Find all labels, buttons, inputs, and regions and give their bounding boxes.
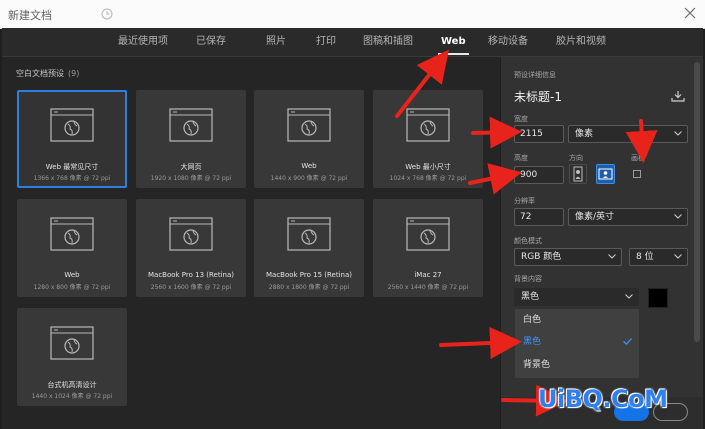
preset-dimensions: 1024 x 768 像素 @ 72 ppi — [389, 175, 467, 182]
preset-card[interactable]: Web 1280 x 800 像素 @ 72 ppi — [17, 199, 127, 297]
bit-depth-select[interactable]: 8 位 — [629, 248, 688, 266]
background-dropdown-menu: 白色 黑色 背景色 — [515, 309, 639, 378]
preset-name: 大网页 — [180, 163, 202, 171]
color-mode-label: 颜色模式 — [514, 237, 542, 245]
background-label: 背景内容 — [514, 275, 542, 283]
preset-card[interactable]: Web 1440 x 900 像素 @ 72 ppi — [254, 90, 364, 188]
resolution-field[interactable]: 72 — [514, 208, 564, 226]
preset-name: Web 最常见尺寸 — [45, 163, 99, 171]
web-document-icon — [406, 217, 450, 251]
preset-name: iMac 27 — [414, 271, 442, 279]
bit-depth-value: 8 位 — [636, 252, 654, 262]
tab-web[interactable]: Web — [438, 28, 469, 56]
preset-dimensions: 1920 x 1080 像素 @ 72 ppi — [150, 175, 232, 182]
bg-option-white-label: 白色 — [523, 315, 542, 325]
width-label: 宽度 — [514, 115, 528, 123]
chevron-down-icon — [608, 254, 616, 259]
web-document-icon — [50, 108, 94, 142]
preset-card[interactable]: Web 最小尺寸 1024 x 768 像素 @ 72 ppi — [373, 90, 483, 188]
web-document-icon — [406, 108, 450, 142]
details-scrollbar[interactable] — [694, 62, 700, 342]
resolution-unit-value: 像素/英寸 — [575, 212, 615, 222]
preset-dimensions: 1440 x 900 像素 @ 72 ppi — [270, 175, 348, 182]
color-mode-select[interactable]: RGB 颜色 — [514, 248, 622, 266]
color-mode-value: RGB 颜色 — [521, 252, 562, 262]
preset-name: MacBook Pro 13 (Retina) — [147, 271, 235, 279]
presets-heading: 空白文档预设 (9) — [16, 68, 79, 79]
chevron-down-icon — [674, 131, 682, 136]
web-document-icon — [287, 108, 331, 142]
preset-card[interactable]: MacBook Pro 15 (Retina) 2880 x 1800 像素 @ … — [254, 199, 364, 297]
height-field[interactable]: 900 — [514, 166, 564, 184]
tab-mobile[interactable]: 移动设备 — [488, 28, 528, 56]
bg-option-black-label: 黑色 — [523, 337, 542, 347]
orientation-label: 方向 — [569, 154, 583, 162]
preset-card[interactable]: 台式机高清设计 1440 x 1024 像素 @ 72 ppi — [17, 308, 127, 406]
checkmark-icon — [623, 338, 632, 345]
preset-name: Web — [301, 162, 317, 170]
presets-count: (9) — [68, 69, 80, 78]
tab-art-illustration[interactable]: 图稿和插图 — [363, 28, 413, 56]
preset-dimensions: 1280 x 800 像素 @ 72 ppi — [33, 284, 111, 291]
preset-card[interactable]: Web 最常见尺寸 1366 x 768 像素 @ 72 ppi — [17, 90, 127, 188]
preset-dimensions: 1366 x 768 像素 @ 72 ppi — [33, 175, 111, 182]
tab-print[interactable]: 打印 — [316, 28, 336, 56]
web-document-icon — [169, 108, 213, 142]
preset-name: 台式机高清设计 — [47, 381, 97, 389]
save-preset-icon[interactable] — [671, 90, 685, 102]
preset-card[interactable]: 大网页 1920 x 1080 像素 @ 72 ppi — [136, 90, 246, 188]
preset-name: MacBook Pro 15 (Retina) — [265, 271, 353, 279]
tab-saved[interactable]: 已保存 — [196, 28, 226, 56]
presets-heading-label: 空白文档预设 — [16, 69, 64, 78]
resolution-unit-select[interactable]: 像素/英寸 — [568, 208, 688, 226]
width-unit-value: 像素 — [575, 129, 594, 139]
width-field[interactable]: 2115 — [514, 125, 564, 143]
web-document-icon — [50, 217, 94, 251]
portrait-button[interactable] — [569, 164, 587, 184]
background-select[interactable]: 黑色 — [514, 288, 639, 306]
height-label: 高度 — [514, 154, 528, 162]
window-title: 新建文档 — [8, 9, 52, 22]
tab-film-video[interactable]: 胶片和视频 — [556, 28, 606, 56]
preset-dimensions: 2560 x 1440 像素 @ 72 ppi — [387, 284, 469, 291]
preset-card[interactable]: MacBook Pro 13 (Retina) 2560 x 1600 像素 @ … — [136, 199, 246, 297]
width-unit-select[interactable]: 像素 — [568, 125, 688, 143]
chevron-down-icon — [674, 254, 682, 259]
web-document-icon — [169, 217, 213, 251]
bg-option-background-color[interactable]: 背景色 — [515, 355, 639, 375]
tab-photo[interactable]: 照片 — [266, 28, 286, 56]
preset-name: Web 最小尺寸 — [405, 163, 451, 171]
resolution-label: 分辨率 — [514, 197, 535, 205]
preset-card[interactable]: iMac 27 2560 x 1440 像素 @ 72 ppi — [373, 199, 483, 297]
background-color-swatch[interactable] — [648, 288, 668, 308]
bg-option-white[interactable]: 白色 — [515, 310, 639, 330]
preset-name: Web — [64, 271, 80, 279]
document-title[interactable]: 未标题-1 — [514, 88, 562, 105]
bg-option-background-color-label: 背景色 — [523, 360, 551, 370]
chevron-down-icon — [674, 214, 682, 219]
landscape-icon — [598, 168, 613, 180]
preset-dimensions: 1440 x 1024 像素 @ 72 ppi — [31, 393, 113, 400]
watermark: UiBQ.CoM — [538, 385, 668, 413]
artboard-label: 画板 — [631, 154, 645, 162]
close-icon[interactable] — [683, 6, 697, 20]
preset-dimensions: 2560 x 1600 像素 @ 72 ppi — [150, 284, 232, 291]
background-value: 黑色 — [521, 292, 540, 302]
preset-dimensions: 2880 x 1800 像素 @ 72 ppi — [268, 284, 350, 291]
tab-recent[interactable]: 最近使用项 — [118, 28, 168, 56]
web-document-icon — [287, 217, 331, 251]
portrait-icon — [573, 166, 583, 182]
clock-icon — [101, 8, 113, 20]
landscape-button[interactable] — [596, 164, 615, 184]
artboard-checkbox[interactable] — [633, 170, 641, 178]
details-heading: 预设详细信息 — [514, 71, 556, 79]
chevron-down-icon — [625, 294, 633, 299]
web-document-icon — [50, 326, 94, 360]
bg-option-black[interactable]: 黑色 — [515, 332, 639, 352]
